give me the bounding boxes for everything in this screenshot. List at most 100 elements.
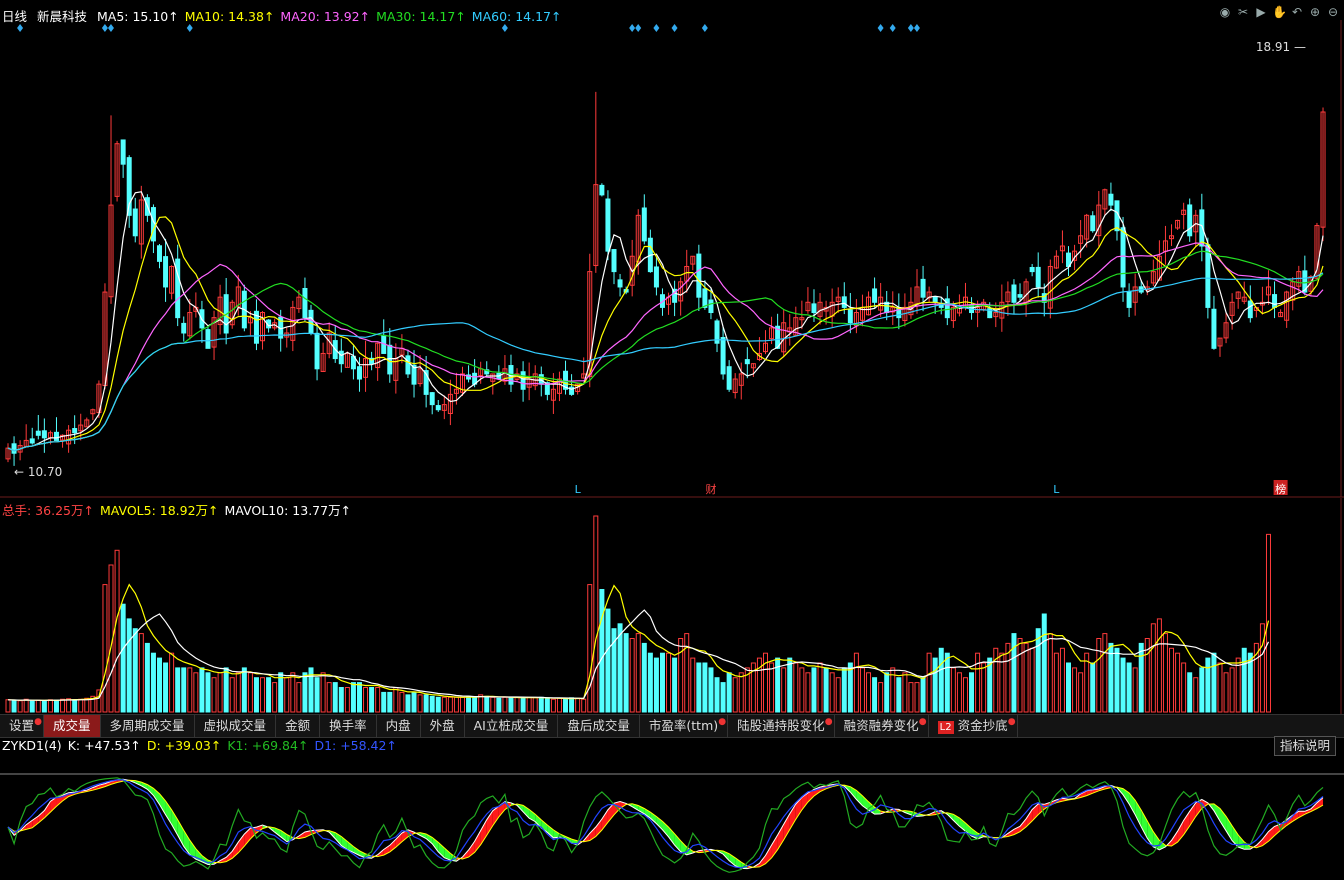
volume-bar (969, 672, 975, 713)
candle-body (308, 309, 314, 334)
volume-bar (690, 657, 696, 713)
volume-bar (253, 677, 259, 713)
volume-bar (472, 696, 478, 713)
volume-bar (1096, 638, 1102, 713)
tab-item[interactable]: 市盈率(ttm) ● (640, 715, 729, 737)
volume-bar (290, 672, 296, 713)
volume-bar (1078, 672, 1084, 713)
volume-bar (375, 687, 381, 713)
tab-item[interactable]: 设置 ● (0, 715, 45, 737)
volume-bar (520, 697, 526, 713)
tab-label: 虚拟成交量 (203, 718, 267, 733)
tab-item[interactable]: 盘后成交量 (558, 715, 640, 737)
tab-item[interactable]: 多周期成交量 (101, 715, 195, 737)
volume-bar (78, 698, 84, 713)
indicator-chart[interactable] (0, 755, 1344, 880)
price-chart[interactable]: 18.91 — ← 10.70 L 财 L 榜 (0, 0, 1344, 498)
volume-bar (1181, 662, 1187, 713)
event-diamond-icon (107, 24, 114, 32)
volume-bar (1235, 657, 1241, 713)
candle-body (205, 329, 211, 349)
indicator-legend: ZYKD1(4) K: +47.53↑ D: +39.03↑ K1: +69.84↑ D… (2, 738, 403, 753)
volume-bar (1102, 633, 1108, 713)
volume-bar (1187, 672, 1193, 713)
tab-item[interactable]: 金额 (276, 715, 321, 737)
volume-bar (344, 687, 350, 713)
tab-item[interactable]: 成交量 (44, 715, 101, 737)
volume-bar (569, 697, 575, 713)
volume-bar (962, 677, 968, 713)
event-diamond-icon (671, 24, 678, 32)
tab-item[interactable]: AI立桩成交量 (465, 715, 559, 737)
volume-bar (508, 696, 514, 713)
volume-bar (1229, 667, 1235, 713)
tab-item[interactable]: 陆股通持股变化 ● (728, 715, 835, 737)
candle-body (11, 443, 17, 454)
volume-bar (556, 697, 562, 713)
volume-bar (1199, 667, 1205, 713)
volume-bar (205, 672, 211, 713)
volume-bar (1017, 638, 1023, 713)
candle-body (653, 266, 659, 288)
event-diamond-icon (913, 24, 920, 32)
volume-bar (72, 699, 78, 713)
volume-bar (350, 682, 356, 713)
volume-bar (453, 696, 459, 713)
tab-item[interactable]: 外盘 (421, 715, 465, 737)
event-diamond-icon (889, 24, 896, 32)
volume-bar (435, 696, 441, 713)
volume-bar (193, 672, 199, 713)
ma-line (7, 250, 1324, 452)
volume-bar (684, 633, 690, 713)
candle-body (1011, 284, 1017, 303)
volume-bar (356, 682, 362, 713)
volume-bar (938, 647, 944, 713)
volume-chart[interactable] (0, 498, 1344, 714)
indicator-explain-button[interactable]: 指标说明 (1273, 736, 1336, 756)
volume-bar (1126, 662, 1132, 713)
volume-bar (702, 662, 708, 713)
candle-body (920, 278, 926, 298)
candle-body (1120, 227, 1126, 288)
tab-item[interactable]: L2 资金抄底 ● (929, 715, 1018, 737)
volume-bar (544, 698, 550, 713)
volume-bar (653, 657, 659, 713)
volume-bar (1029, 647, 1035, 713)
indicator-legend-item: D: +39.03↑ (146, 738, 222, 753)
volume-bar (284, 677, 290, 713)
volume-bar (708, 667, 714, 713)
tab-label: 资金抄底 (957, 718, 1008, 733)
indicator-legend-item: K1: +69.84↑ (227, 738, 309, 753)
volume-bar (1223, 672, 1229, 713)
candle-body (1247, 300, 1253, 319)
volume-bar (138, 633, 144, 713)
tab-item[interactable]: 融资融券变化 ● (835, 715, 929, 737)
tab-item[interactable]: 内盘 (377, 715, 421, 737)
volume-bar (423, 694, 429, 713)
volume-bar (641, 642, 647, 713)
volume-bar (672, 657, 678, 713)
volume-bar (478, 694, 484, 713)
volume-bar (781, 667, 787, 713)
volume-bar (199, 667, 205, 713)
volume-bar (575, 697, 581, 713)
volume-bar (1090, 662, 1096, 713)
volume-bar (399, 691, 405, 713)
volume-bar (581, 698, 587, 713)
candle-body (429, 392, 435, 406)
tab-item[interactable]: 虚拟成交量 (195, 715, 277, 737)
event-marker: 财 (705, 482, 716, 496)
volume-bar (563, 698, 569, 713)
volume-bar (635, 633, 641, 713)
tab-label: 设置 (9, 718, 35, 733)
mavol-line (7, 609, 1270, 701)
kd-ribbon (783, 813, 790, 840)
volume-bar (647, 652, 653, 713)
tab-label: 金额 (285, 718, 311, 733)
kd-ribbon (1226, 816, 1233, 841)
volume-bar (896, 677, 902, 713)
volume-bar (120, 603, 126, 713)
tab-item[interactable]: 换手率 (320, 715, 377, 737)
volume-bar (502, 696, 508, 713)
event-marker: L (575, 483, 582, 496)
